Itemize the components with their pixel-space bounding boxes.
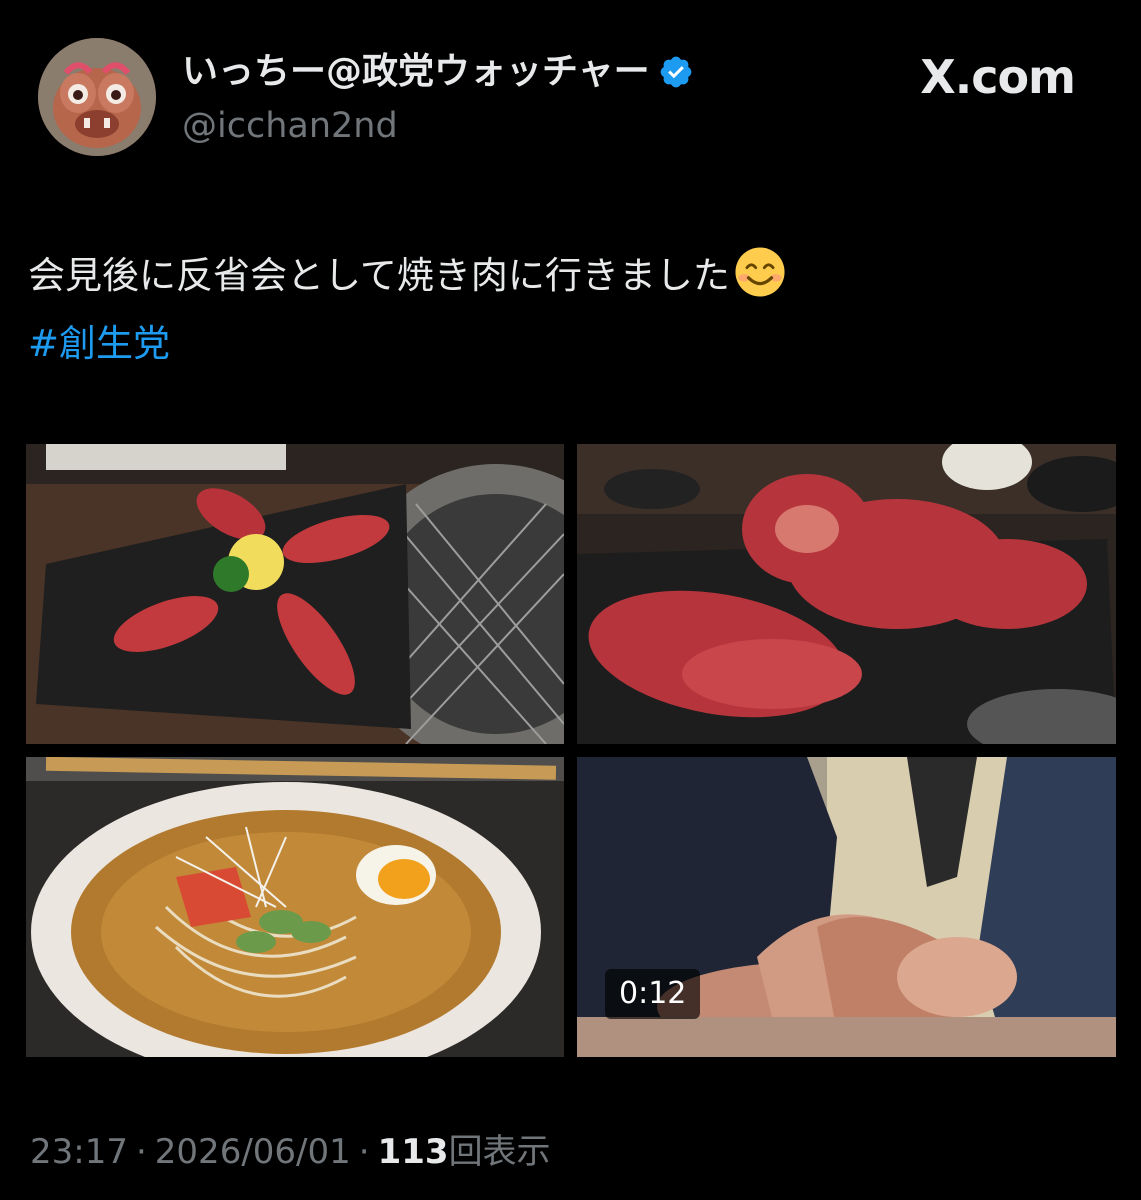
avatar[interactable] xyxy=(38,38,156,156)
media-grid: 0:12 xyxy=(26,444,1116,1057)
views-count: 113 xyxy=(377,1132,449,1172)
display-name-row[interactable]: いっちー@政党ウォッチャー xyxy=(182,50,694,94)
display-name[interactable]: いっちー@政党ウォッチャー xyxy=(182,50,650,94)
tweet-header: いっちー@政党ウォッチャー @icchan2nd X.com xyxy=(38,38,1141,168)
user-handle[interactable]: @icchan2nd xyxy=(182,104,694,148)
meta-separator: · xyxy=(135,1132,147,1172)
tweet-time[interactable]: 23:17 xyxy=(30,1132,128,1172)
hashtag-link[interactable]: #創生党 xyxy=(28,322,170,366)
smiling-face-emoji-icon xyxy=(735,247,785,297)
tweet-meta: 23:17 · 2026/06/01 · 113回表示 xyxy=(30,1130,551,1174)
cold-noodle-photo[interactable] xyxy=(26,757,564,1057)
user-block: いっちー@政党ウォッチャー @icchan2nd xyxy=(182,50,694,148)
tweet-text: 会見後に反省会として焼き肉に行きました xyxy=(28,246,1108,298)
verified-badge-icon xyxy=(660,56,692,88)
views-label: 回表示 xyxy=(448,1132,551,1172)
raw-yakiniku-platter-photo[interactable] xyxy=(577,444,1116,744)
tweet-date[interactable]: 2026/06/01 xyxy=(155,1132,351,1172)
source-label: X.com xyxy=(920,50,1076,104)
tweet-body: 会見後に反省会として焼き肉に行きました xyxy=(28,254,730,297)
meta-separator: · xyxy=(358,1132,370,1172)
wagyu-sushi-photo[interactable] xyxy=(26,444,564,744)
shisa-avatar-icon xyxy=(38,38,156,156)
stacked-hands-video[interactable]: 0:12 xyxy=(577,757,1116,1057)
video-duration-badge: 0:12 xyxy=(605,969,701,1019)
